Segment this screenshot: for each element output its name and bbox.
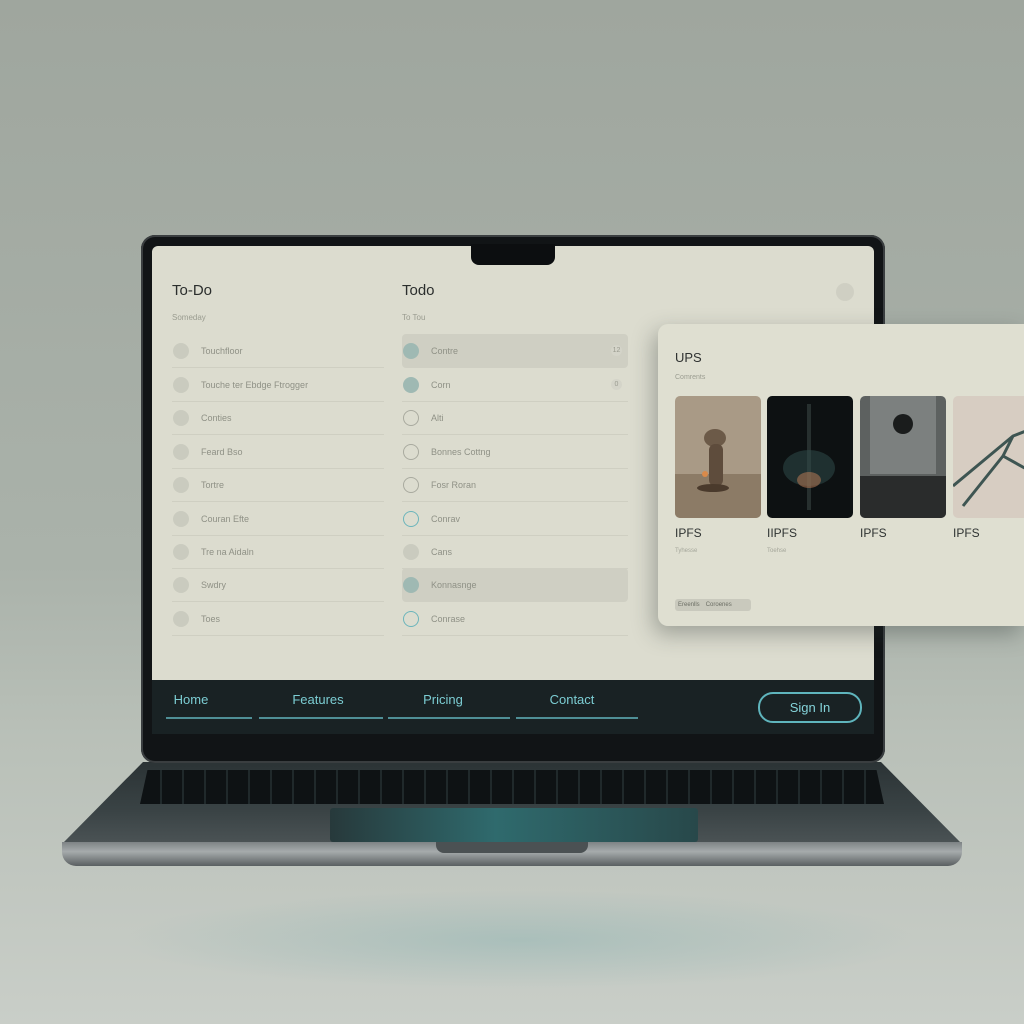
nav-underline bbox=[259, 717, 383, 719]
todo-checkbox[interactable] bbox=[403, 409, 419, 426]
card-label: IIPFS bbox=[767, 526, 798, 540]
nav-underline bbox=[516, 717, 638, 719]
sign-in-button[interactable]: Sign In bbox=[758, 692, 862, 723]
todo-item-label: Corn bbox=[431, 379, 451, 390]
nav-features[interactable]: Features bbox=[278, 692, 358, 707]
device-image bbox=[860, 396, 946, 518]
todo-checkbox[interactable] bbox=[403, 543, 419, 560]
todo-checkbox[interactable] bbox=[173, 610, 189, 627]
card-label: IPFS bbox=[675, 526, 702, 540]
todo-item-label: Conties bbox=[201, 412, 232, 423]
todo-item-label: Conrase bbox=[431, 613, 466, 624]
todo-item-label: Fosr Roran bbox=[431, 479, 477, 490]
floating-gallery-panel: UPS Comrents IPFS IIPFS IPFS IPFS Tyhess… bbox=[658, 324, 1024, 626]
todo-item-label: Touche ter Ebdge Ftrogger bbox=[201, 379, 309, 390]
nav-contact[interactable]: Contact bbox=[532, 692, 612, 707]
todo-item-label: Feard Bso bbox=[201, 446, 243, 457]
sculpture-image bbox=[675, 396, 761, 518]
bottom-nav-bar: Home Features Pricing Contact Sign In bbox=[152, 680, 874, 734]
keyboard bbox=[140, 770, 884, 804]
left-todo-column: To-Do Someday Touchfloor Touche ter Ebdg… bbox=[172, 246, 384, 646]
todo-item[interactable]: Cans bbox=[402, 535, 628, 569]
left-column-title: To-Do bbox=[172, 282, 213, 299]
todo-checkbox[interactable] bbox=[403, 376, 419, 393]
more-options-button[interactable] bbox=[836, 283, 854, 301]
panel-chips: Ereenlls Coroenes bbox=[675, 599, 751, 611]
bottom-bezel bbox=[152, 734, 874, 756]
right-todo-column: Todo To Tou Contre 12 Corn 0 Alti Bonnes… bbox=[402, 246, 628, 646]
chip[interactable]: Ereenlls bbox=[678, 602, 700, 608]
todo-item[interactable]: Alti bbox=[402, 401, 628, 435]
gallery-card-device[interactable] bbox=[860, 396, 946, 518]
todo-item[interactable]: Touche ter Ebdge Ftrogger bbox=[172, 368, 384, 402]
gallery-card-dark[interactable] bbox=[767, 396, 853, 518]
todo-checkbox[interactable] bbox=[173, 510, 189, 527]
todo-item[interactable]: Conrav bbox=[402, 502, 628, 536]
todo-checkbox[interactable] bbox=[173, 409, 189, 426]
card-sublabel: Tyhesse bbox=[675, 548, 698, 554]
nav-pricing[interactable]: Pricing bbox=[408, 692, 478, 707]
todo-checkbox[interactable] bbox=[173, 443, 189, 460]
todo-item-label: Toes bbox=[201, 613, 221, 624]
card-label: IPFS bbox=[953, 526, 980, 540]
camera-notch bbox=[471, 244, 555, 265]
todo-item[interactable]: Contre 12 bbox=[402, 334, 628, 368]
card-label: IPFS bbox=[860, 526, 887, 540]
todo-item[interactable]: Swdry bbox=[172, 568, 384, 602]
todo-item-label: Konnasnge bbox=[431, 579, 477, 590]
todo-checkbox[interactable] bbox=[173, 543, 189, 560]
todo-item-label: Touchfloor bbox=[201, 345, 243, 356]
todo-item[interactable]: Tre na Aidaln bbox=[172, 535, 384, 569]
todo-checkbox[interactable] bbox=[173, 342, 189, 359]
todo-item[interactable]: Conties bbox=[172, 401, 384, 435]
todo-checkbox[interactable] bbox=[403, 510, 419, 527]
todo-item[interactable]: Konnasnge bbox=[402, 568, 628, 602]
panel-subtitle: Comrents bbox=[675, 374, 706, 381]
todo-item[interactable]: Bonnes Cottng bbox=[402, 435, 628, 469]
todo-item-label: Contre bbox=[431, 345, 459, 356]
lid-opening-notch bbox=[436, 842, 588, 853]
todo-item[interactable]: Corn 0 bbox=[402, 368, 628, 402]
left-column-subtitle: Someday bbox=[172, 313, 206, 322]
todo-item[interactable]: Toes bbox=[172, 602, 384, 636]
todo-item-label: Tre na Aidaln bbox=[201, 546, 254, 557]
architecture-image bbox=[953, 396, 1024, 518]
desk-reflection bbox=[120, 890, 920, 990]
todo-checkbox[interactable] bbox=[403, 610, 419, 627]
todo-item-label: Couran Efte bbox=[201, 513, 250, 524]
todo-checkbox[interactable] bbox=[173, 476, 189, 493]
todo-item[interactable]: Conrase bbox=[402, 602, 628, 636]
todo-checkbox[interactable] bbox=[173, 576, 189, 593]
right-column-title: Todo bbox=[402, 282, 435, 299]
panel-title: UPS bbox=[675, 350, 702, 365]
count-badge: 12 bbox=[611, 345, 622, 356]
todo-checkbox[interactable] bbox=[403, 476, 419, 493]
todo-item-label: Bonnes Cottng bbox=[431, 446, 491, 457]
todo-item[interactable]: Tortre bbox=[172, 468, 384, 502]
right-column-subtitle: To Tou bbox=[402, 313, 426, 322]
todo-checkbox[interactable] bbox=[403, 342, 419, 359]
todo-checkbox[interactable] bbox=[403, 576, 419, 593]
todo-checkbox[interactable] bbox=[173, 376, 189, 393]
todo-item-label: Tortre bbox=[201, 479, 225, 490]
count-badge: 0 bbox=[611, 379, 622, 390]
todo-checkbox[interactable] bbox=[403, 443, 419, 460]
todo-item[interactable]: Couran Efte bbox=[172, 502, 384, 536]
todo-item[interactable]: Fosr Roran bbox=[402, 468, 628, 502]
gallery-card-sculpture[interactable] bbox=[675, 396, 761, 518]
dark-image bbox=[767, 396, 853, 518]
todo-item-label: Conrav bbox=[431, 513, 461, 524]
nav-underline bbox=[388, 717, 510, 719]
chip[interactable]: Coroenes bbox=[706, 602, 732, 608]
todo-item[interactable]: Touchfloor bbox=[172, 334, 384, 368]
card-sublabel: Toehse bbox=[767, 548, 787, 554]
todo-item-label: Alti bbox=[431, 412, 444, 423]
trackpad bbox=[330, 808, 698, 842]
todo-item[interactable]: Feard Bso bbox=[172, 435, 384, 469]
nav-home[interactable]: Home bbox=[172, 692, 210, 707]
todo-item-label: Swdry bbox=[201, 579, 227, 590]
nav-underline bbox=[166, 717, 252, 719]
todo-item-label: Cans bbox=[431, 546, 453, 557]
gallery-card-architecture[interactable] bbox=[953, 396, 1024, 518]
